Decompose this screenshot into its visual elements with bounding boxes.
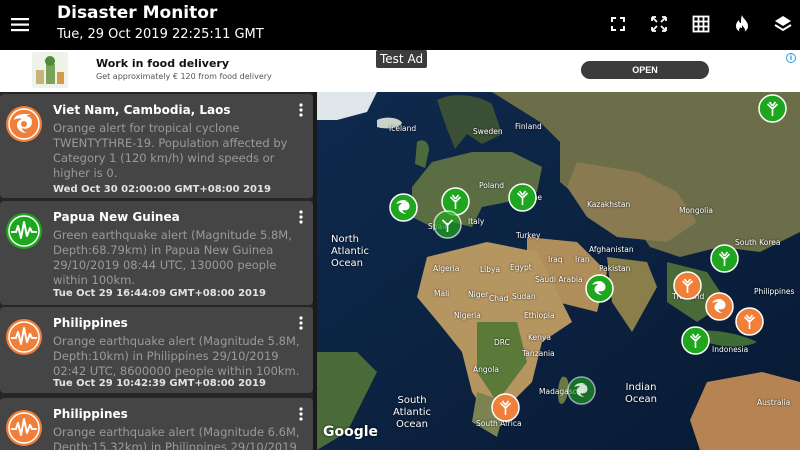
- alert-title: Philippines: [53, 316, 128, 330]
- earthquake-icon: [6, 213, 42, 249]
- map-label: Mongolia: [679, 206, 713, 215]
- fire-icon[interactable]: [729, 11, 755, 37]
- alert-description: Green earthquake alert (Magnitude 5.8M, …: [53, 228, 292, 287]
- alert-title: Viet Nam, Cambodia, Laos: [53, 103, 231, 117]
- alert-date: Wed Oct 30 02:00:00 GMT+08:00 2019: [53, 184, 271, 195]
- earthquake-marker-green-icon[interactable]: [508, 183, 537, 212]
- ad-thumbnail-image: [32, 52, 68, 88]
- map-label: Chad: [489, 294, 509, 303]
- map-label: Pakistan: [599, 264, 631, 273]
- ocean-label: South Atlantic Ocean: [393, 395, 432, 430]
- test-ad-badge: Test Ad: [376, 50, 428, 68]
- map-label: Nigeria: [454, 311, 481, 320]
- earthquake-marker-orange-icon[interactable]: [491, 393, 520, 422]
- earthquake-icon: [6, 319, 42, 355]
- alert-list[interactable]: Viet Nam, Cambodia, Laos Orange alert fo…: [0, 92, 317, 450]
- map-label: Tanzania: [522, 349, 555, 358]
- google-attribution: Google: [323, 424, 379, 440]
- map-label: Sweden: [473, 127, 503, 136]
- map-label: Poland: [479, 181, 505, 190]
- alert-title: Papua New Guinea: [53, 210, 180, 224]
- current-datetime: Tue, 29 Oct 2019 22:25:11 GMT: [57, 27, 264, 42]
- earthquake-marker-green-icon[interactable]: [710, 244, 739, 273]
- more-vert-icon[interactable]: [296, 102, 306, 118]
- cyclone-icon: [6, 106, 42, 142]
- map-label: Sudan: [512, 292, 536, 301]
- more-vert-icon[interactable]: [296, 315, 306, 331]
- alert-card[interactable]: Philippines Orange earthquake alert (Mag…: [0, 307, 313, 393]
- cyclone-marker-green-icon[interactable]: [567, 376, 596, 405]
- fullscreen-icon[interactable]: [605, 11, 631, 37]
- map-label: Ethiopia: [524, 311, 555, 320]
- map-label: Indonesia: [712, 345, 749, 354]
- ad-open-button[interactable]: OPEN: [581, 61, 709, 79]
- map-label: Algeria: [433, 264, 460, 273]
- grid-icon[interactable]: [688, 11, 714, 37]
- top-app-bar: Disaster Monitor Tue, 29 Oct 2019 22:25:…: [0, 0, 800, 50]
- map-label: Iraq: [548, 255, 563, 264]
- alert-card[interactable]: Viet Nam, Cambodia, Laos Orange alert fo…: [0, 94, 313, 198]
- expand-icon[interactable]: [646, 11, 672, 37]
- alert-card[interactable]: Papua New Guinea Green earthquake alert …: [0, 201, 313, 305]
- satellite-map[interactable]: Iceland Sweden Finland Poland Ukraine Ka…: [317, 92, 800, 450]
- more-vert-icon[interactable]: [296, 209, 306, 225]
- alert-date: Tue Oct 29 16:44:09 GMT+08:00 2019: [53, 288, 266, 299]
- earthquake-icon: [6, 410, 42, 446]
- app-title: Disaster Monitor: [57, 3, 218, 23]
- alert-date: Tue Oct 29 10:42:39 GMT+08:00 2019: [53, 378, 266, 389]
- map-label: Italy: [468, 217, 485, 226]
- cyclone-marker-green-icon[interactable]: [389, 193, 418, 222]
- map-label: Egypt: [510, 263, 532, 272]
- ocean-label: Indian Ocean: [625, 382, 657, 405]
- map-label: Finland: [515, 122, 542, 131]
- more-vert-icon[interactable]: [296, 406, 306, 422]
- map-label: Iran: [575, 255, 590, 264]
- earthquake-marker-green-icon[interactable]: [681, 326, 710, 355]
- earthquake-marker-green-icon[interactable]: [433, 210, 462, 239]
- map-label: Iceland: [389, 124, 417, 133]
- cyclone-marker-green-icon[interactable]: [585, 274, 614, 303]
- map-label: South Korea: [735, 238, 781, 247]
- map-label: Australia: [757, 398, 791, 407]
- ocean-label: North Atlantic Ocean: [331, 234, 370, 269]
- alert-description: Orange alert for tropical cyclone TWENTY…: [53, 121, 288, 180]
- ad-info-icon[interactable]: i: [786, 53, 796, 63]
- map-label: Philippines: [754, 287, 795, 296]
- alert-description: Orange earthquake alert (Magnitude 6.6M,…: [53, 425, 300, 450]
- map-label: DRC: [494, 338, 510, 347]
- alert-card[interactable]: Philippines Orange earthquake alert (Mag…: [0, 398, 313, 450]
- map-label: Kenya: [528, 333, 551, 342]
- map-label: Kazakhstan: [587, 200, 631, 209]
- earthquake-marker-green-icon[interactable]: [758, 94, 787, 123]
- earthquake-marker-orange-icon[interactable]: [673, 271, 702, 300]
- map-label: Niger: [468, 290, 489, 299]
- map-label: Afghanistan: [589, 245, 634, 254]
- ad-title: Work in food delivery: [96, 57, 230, 70]
- map-label: Mali: [434, 289, 450, 298]
- menu-icon[interactable]: [9, 13, 33, 37]
- ad-subtitle: Get approximately € 120 from food delive…: [96, 72, 272, 81]
- map-label: Angola: [473, 365, 499, 374]
- map-label: Turkey: [516, 231, 541, 240]
- app-root: Disaster Monitor Tue, 29 Oct 2019 22:25:…: [0, 0, 800, 450]
- map-label: Saudi Arabia: [535, 275, 583, 284]
- map-label: Libya: [480, 265, 501, 274]
- layers-icon[interactable]: [770, 11, 796, 37]
- alert-title: Philippines: [53, 407, 128, 421]
- cyclone-marker-orange-icon[interactable]: [705, 292, 734, 321]
- alert-description: Orange earthquake alert (Magnitude 5.8M,…: [53, 334, 300, 378]
- earthquake-marker-orange-icon[interactable]: [735, 307, 764, 336]
